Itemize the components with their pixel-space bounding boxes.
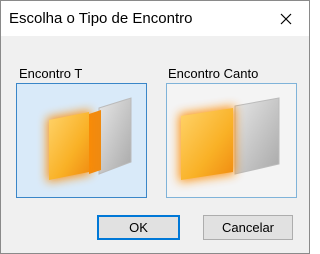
dialog-title: Escolha o Tipo de Encontro — [9, 10, 193, 27]
option-label-corner-junction: Encontro Canto — [168, 66, 259, 81]
t-junction-wall-icon — [47, 97, 132, 182]
option-corner-junction[interactable] — [166, 83, 297, 198]
cancel-button[interactable]: Cancelar — [203, 215, 293, 240]
option-label-t-junction: Encontro T — [19, 66, 83, 81]
dialog-body: Encontro T Encontro Canto OK Cancelar — [1, 36, 309, 253]
corner-junction-wall-icon — [179, 97, 280, 182]
option-t-junction[interactable] — [16, 83, 147, 198]
close-icon — [280, 13, 292, 24]
close-button[interactable] — [263, 1, 309, 36]
title-bar: Escolha o Tipo de Encontro — [1, 1, 309, 36]
dialog-window: Escolha o Tipo de Encontro Encontro T En… — [0, 0, 310, 254]
ok-button[interactable]: OK — [97, 215, 180, 240]
